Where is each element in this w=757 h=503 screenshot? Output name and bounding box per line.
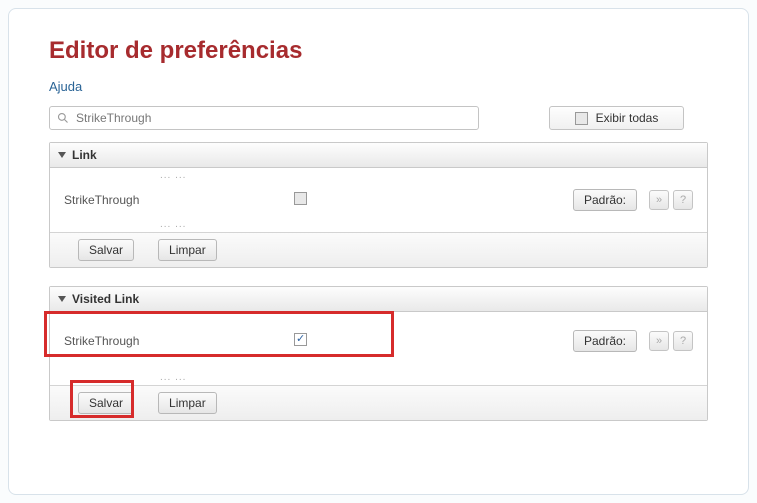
section-visited-link-header[interactable]: Visited Link [50, 287, 707, 312]
chevron-down-icon [58, 152, 66, 158]
search-field-wrap [49, 106, 479, 130]
breadcrumb: ... ... [50, 168, 707, 183]
help-link[interactable]: Ajuda [49, 79, 82, 94]
breadcrumb: ... ... [50, 370, 707, 385]
expand-icon[interactable]: » [649, 331, 669, 351]
pref-checkbox[interactable] [294, 192, 307, 205]
section-visited-link-title: Visited Link [72, 292, 139, 306]
show-all-label: Exibir todas [596, 111, 659, 125]
section-link-header[interactable]: Link [50, 143, 707, 168]
clear-button[interactable]: Limpar [158, 392, 217, 414]
save-button[interactable]: Salvar [78, 239, 134, 261]
search-icon [57, 112, 69, 124]
pref-label: StrikeThrough [64, 193, 294, 207]
help-icon[interactable]: ? [673, 190, 693, 210]
section-link-title: Link [72, 148, 97, 162]
search-input[interactable] [49, 106, 479, 130]
page-title: Editor de preferências [49, 37, 708, 65]
section-link-footer: Salvar Limpar [50, 232, 707, 267]
default-button[interactable]: Padrão: [573, 189, 637, 211]
pref-row-visited-strikethrough: StrikeThrough Padrão: » ? [50, 312, 707, 370]
pref-checkbox[interactable] [294, 333, 307, 346]
show-all-checkbox-icon [575, 112, 588, 125]
breadcrumb: ... ... [50, 217, 707, 232]
pref-label: StrikeThrough [64, 334, 294, 348]
section-visited-link-footer: Salvar Limpar [50, 385, 707, 420]
help-icon[interactable]: ? [673, 331, 693, 351]
default-button[interactable]: Padrão: [573, 330, 637, 352]
save-button[interactable]: Salvar [78, 392, 134, 414]
chevron-down-icon [58, 296, 66, 302]
section-link: Link ... ... StrikeThrough Padrão: » ? .… [49, 142, 708, 268]
clear-button[interactable]: Limpar [158, 239, 217, 261]
pref-row-link-strikethrough: StrikeThrough Padrão: » ? [50, 183, 707, 217]
section-visited-link: Visited Link StrikeThrough Padrão: » ? .… [49, 286, 708, 421]
show-all-button[interactable]: Exibir todas [549, 106, 684, 130]
expand-icon[interactable]: » [649, 190, 669, 210]
